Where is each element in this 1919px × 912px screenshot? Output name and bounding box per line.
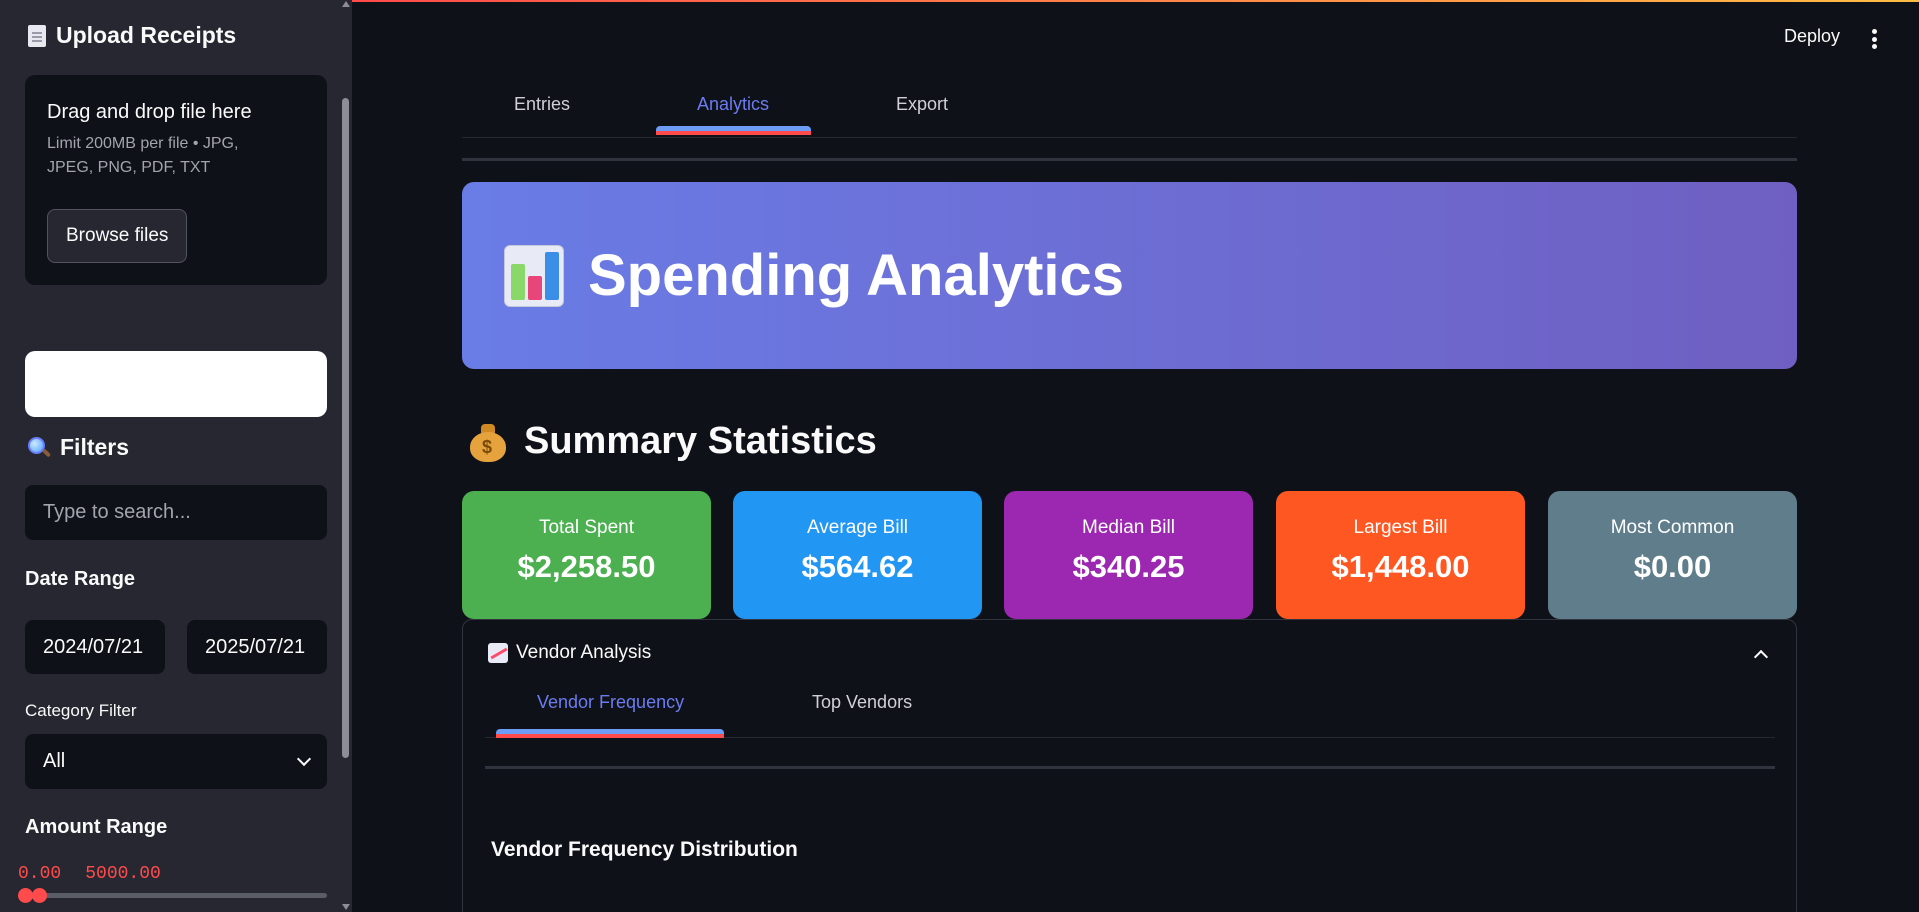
blank-white-panel [25, 351, 327, 417]
subtabs-divider [485, 766, 1775, 769]
deploy-button[interactable]: Deploy [1784, 26, 1840, 47]
dropzone-title: Drag and drop file here [47, 101, 252, 123]
date-end-value: 2025/07/21 [205, 635, 306, 658]
file-dropzone[interactable]: Drag and drop file here Limit 200MB per … [25, 75, 327, 285]
amount-range-label: Amount Range [25, 816, 168, 838]
filters-heading: Filters [28, 434, 129, 461]
scroll-up-icon[interactable] [342, 1, 350, 7]
search-input[interactable] [25, 485, 327, 540]
more-menu-icon[interactable] [1872, 29, 1877, 49]
chevron-up-icon[interactable] [1753, 649, 1769, 665]
filters-title: Filters [60, 434, 130, 460]
date-range-label: Date Range [25, 568, 136, 590]
summary-heading: $ Summary Statistics [470, 420, 877, 463]
vendor-analysis-expander: Vendor Analysis Vendor Frequency Top Ven… [462, 619, 1797, 912]
category-value: All [43, 750, 66, 772]
date-start-value: 2024/07/21 [43, 635, 144, 658]
stat-card-most-common: Most Common $0.00 [1548, 491, 1797, 619]
tab-top-vendors[interactable]: Top Vendors [812, 692, 912, 713]
scrollbar-thumb[interactable] [342, 98, 349, 758]
stat-value: $2,258.50 [517, 549, 656, 584]
upload-title: Upload Receipts [56, 22, 237, 48]
upload-receipts-heading: Upload Receipts [28, 22, 236, 49]
date-end-input[interactable]: 2025/07/21 [187, 620, 327, 674]
page-title: Spending Analytics [588, 243, 1125, 308]
sidebar-scrollbar[interactable] [340, 0, 352, 912]
tab-vendor-frequency[interactable]: Vendor Frequency [537, 692, 684, 713]
stat-card-average-bill: Average Bill $564.62 [733, 491, 982, 619]
tab-export[interactable]: Export [896, 94, 948, 115]
hero-banner: Spending Analytics [462, 182, 1797, 369]
summary-title: Summary Statistics [524, 420, 877, 462]
date-start-input[interactable]: 2024/07/21 [25, 620, 165, 674]
amount-slider-track[interactable] [25, 893, 327, 898]
stat-value: $0.00 [1633, 549, 1712, 584]
chevron-down-icon [296, 751, 312, 766]
stat-card-total-spent: Total Spent $2,258.50 [462, 491, 711, 619]
stat-label: Average Bill [806, 517, 909, 538]
sidebar: Upload Receipts Drag and drop file here … [0, 0, 352, 912]
active-subtab-indicator [496, 729, 724, 738]
stat-value: $340.25 [1072, 549, 1185, 584]
stat-value: $1,448.00 [1331, 549, 1470, 584]
top-accent-line [352, 0, 1919, 2]
category-filter-label: Category Filter [25, 701, 137, 720]
page-document-icon [28, 24, 46, 47]
stat-label: Median Bill [1082, 517, 1175, 538]
bar-chart-icon [504, 244, 564, 307]
expander-title: Vendor Analysis [516, 642, 652, 663]
amount-max-value: 5000.00 [85, 864, 161, 884]
tab-analytics[interactable]: Analytics [697, 94, 769, 115]
scroll-down-icon[interactable] [342, 904, 350, 910]
money-bag-icon: $ [470, 422, 506, 462]
chart-increasing-icon [488, 643, 508, 663]
amount-min-value: 0.00 [18, 864, 62, 884]
vendor-frequency-title: Vendor Frequency Distribution [491, 838, 798, 861]
amount-slider-min-handle[interactable] [18, 888, 33, 903]
vendor-subtabs: Vendor Frequency Top Vendors [485, 676, 1775, 738]
browse-files-button[interactable]: Browse files [47, 209, 188, 263]
category-select[interactable]: All [25, 734, 327, 789]
dropzone-subtitle: Limit 200MB per file • JPG, JPEG, PNG, P… [47, 135, 239, 176]
amount-slider-max-handle[interactable] [32, 888, 47, 903]
amount-range-values: 0.00 5000.00 [18, 864, 161, 884]
tab-entries[interactable]: Entries [514, 94, 570, 115]
stat-label: Total Spent [538, 517, 635, 538]
expander-header[interactable]: Vendor Analysis [488, 642, 651, 664]
main-tabs: Entries Analytics Export [462, 82, 1797, 138]
tabs-divider [462, 158, 1797, 161]
stat-card-median-bill: Median Bill $340.25 [1004, 491, 1253, 619]
stat-label: Most Common [1610, 517, 1735, 538]
active-tab-indicator [656, 126, 811, 135]
stat-label: Largest Bill [1353, 517, 1448, 538]
stat-card-largest-bill: Largest Bill $1,448.00 [1276, 491, 1525, 619]
magnifier-icon [28, 436, 52, 459]
stat-value: $564.62 [801, 549, 914, 584]
